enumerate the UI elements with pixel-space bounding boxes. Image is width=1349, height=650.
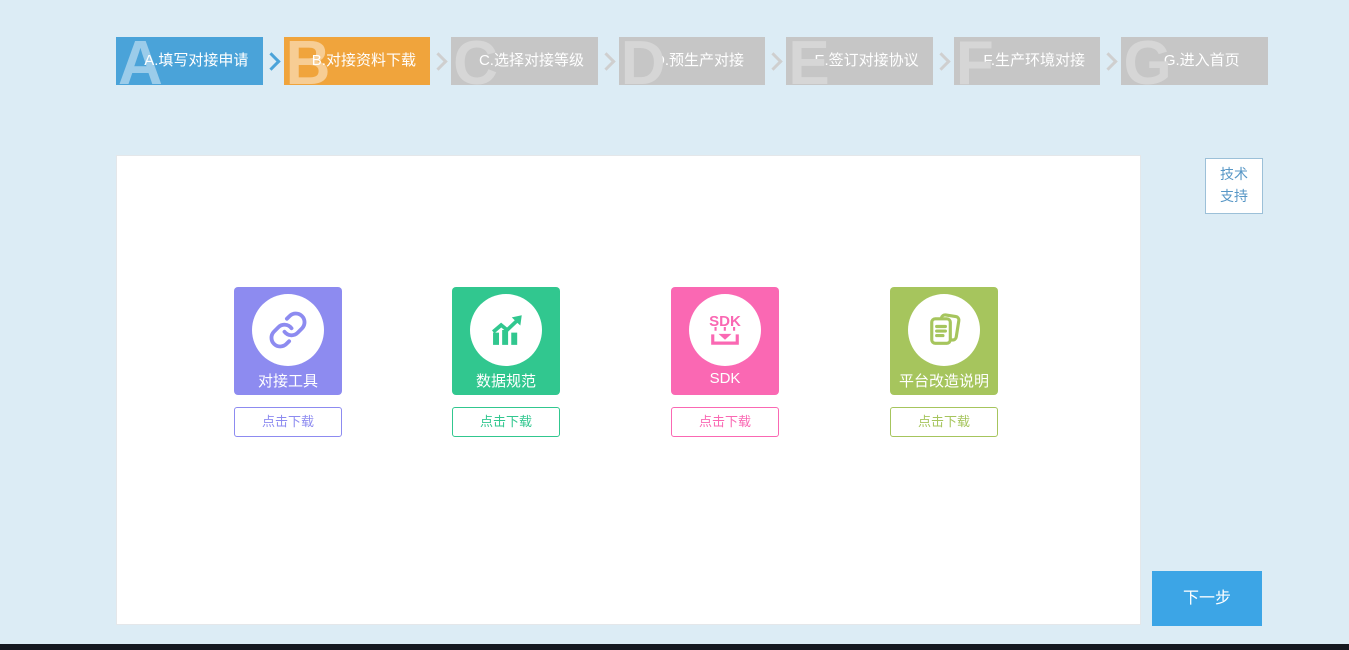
step-e-sign-agreement[interactable]: E E.签订对接协议 xyxy=(786,37,933,85)
step-label: C.选择对接等级 xyxy=(479,52,584,69)
bottom-taskbar-sliver xyxy=(0,644,1349,650)
link-icon xyxy=(252,294,324,366)
step-wizard: A A.填写对接申请 B B.对接资料下载 C C.选择对接等级 D D.预生产… xyxy=(116,37,1268,85)
step-label: E.签订对接协议 xyxy=(815,52,919,69)
card-platform-notes: 平台改造说明 xyxy=(890,287,998,395)
tech-support-line1: 技术 xyxy=(1220,164,1248,186)
chevron-right-icon xyxy=(932,52,950,70)
step-separator xyxy=(1100,37,1121,85)
card-sdk: SDK SDK xyxy=(671,287,779,395)
step-c-choose-level[interactable]: C C.选择对接等级 xyxy=(451,37,598,85)
step-label: G.进入首页 xyxy=(1164,52,1240,69)
chevron-right-icon xyxy=(429,52,447,70)
step-g-homepage[interactable]: G G.进入首页 xyxy=(1121,37,1268,85)
step-b-download-materials[interactable]: B B.对接资料下载 xyxy=(284,37,431,85)
step-separator xyxy=(598,37,619,85)
next-step-button[interactable]: 下一步 xyxy=(1152,571,1262,626)
page: { "page": { "background": "#dcecf5", "bo… xyxy=(0,0,1349,650)
download-button-docking-tool[interactable]: 点击下载 xyxy=(234,407,342,437)
download-button-sdk[interactable]: 点击下载 xyxy=(671,407,779,437)
tech-support-line2: 支持 xyxy=(1220,186,1248,208)
sdk-icon: SDK xyxy=(689,294,761,366)
chart-icon xyxy=(470,294,542,366)
card-docking-tool: 对接工具 xyxy=(234,287,342,395)
step-label: D.预生产对接 xyxy=(654,52,744,69)
step-separator xyxy=(263,37,284,85)
download-button-data-spec[interactable]: 点击下载 xyxy=(452,407,560,437)
card-title: 数据规范 xyxy=(476,370,536,391)
step-separator xyxy=(933,37,954,85)
chevron-right-icon xyxy=(1100,52,1118,70)
card-title: SDK xyxy=(710,370,741,387)
card-title: 对接工具 xyxy=(258,370,318,391)
docs-icon xyxy=(908,294,980,366)
step-label: A.填写对接申请 xyxy=(144,52,248,69)
step-separator xyxy=(765,37,786,85)
step-label: B.对接资料下载 xyxy=(312,52,416,69)
step-separator xyxy=(430,37,451,85)
step-d-preprod[interactable]: D D.预生产对接 xyxy=(619,37,766,85)
tech-support-button[interactable]: 技术 支持 xyxy=(1205,158,1263,214)
content-panel: 对接工具 点击下载 数据规范 点击下载 SDK SDK 点击下载 xyxy=(116,155,1141,625)
download-button-platform-notes[interactable]: 点击下载 xyxy=(890,407,998,437)
step-a-fill-application[interactable]: A A.填写对接申请 xyxy=(116,37,263,85)
step-f-production[interactable]: F F.生产环境对接 xyxy=(954,37,1101,85)
chevron-right-icon xyxy=(262,52,280,70)
chevron-right-icon xyxy=(765,52,783,70)
card-data-spec: 数据规范 xyxy=(452,287,560,395)
chevron-right-icon xyxy=(597,52,615,70)
card-title: 平台改造说明 xyxy=(899,370,989,391)
step-label: F.生产环境对接 xyxy=(983,52,1085,69)
